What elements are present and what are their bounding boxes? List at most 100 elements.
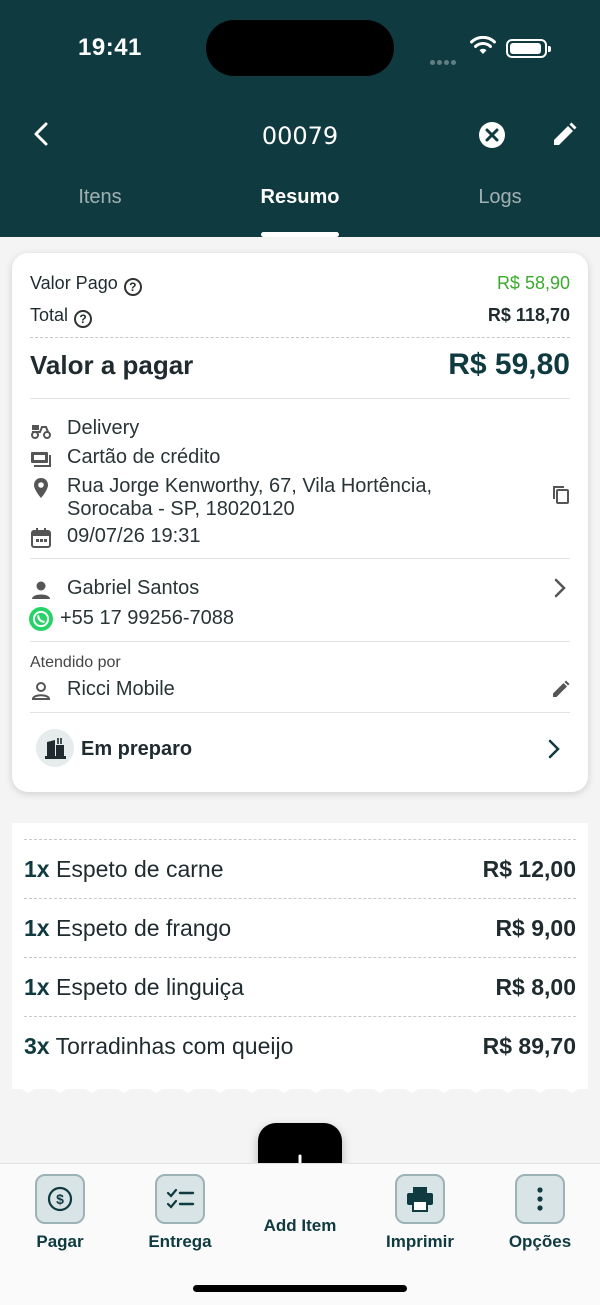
datetime-row: 09/07/26 19:31 (30, 525, 570, 549)
item-price: R$ 8,00 (495, 974, 576, 1000)
paid-label: Valor Pago (30, 273, 118, 293)
item-name: 1x Espeto de carne (24, 856, 224, 883)
tab-resumo[interactable]: Resumo (200, 186, 400, 209)
delivery-icon-box (155, 1174, 205, 1224)
list-item[interactable]: 1x Espeto de carne R$ 12,00 (24, 839, 576, 897)
list-item[interactable]: 1x Espeto de linguiça R$ 8,00 (24, 957, 576, 1015)
item-price: R$ 12,00 (482, 856, 576, 882)
delivery-type-row: Delivery (30, 417, 570, 441)
customer-phone[interactable]: +55 17 99256-7088 (60, 607, 234, 630)
payment-method: Cartão de crédito (67, 446, 221, 468)
item-qty: 1x (24, 856, 50, 882)
due-value: R$ 59,80 (448, 348, 570, 381)
item-title: Espeto de carne (55, 856, 224, 882)
pay-label: Pagar (36, 1232, 84, 1251)
delivery-type: Delivery (67, 417, 140, 439)
scooter-icon (31, 425, 51, 439)
status-time: 19:41 (78, 34, 142, 61)
location-pin-icon (34, 478, 48, 498)
due-row: Valor a pagar R$ 59,80 (30, 348, 570, 381)
item-name: 3x Torradinhas com queijo (24, 1033, 293, 1060)
divider (30, 337, 570, 338)
food-preparing-icon (45, 738, 66, 759)
copy-icon[interactable] (552, 485, 570, 505)
paid-row: Valor Pago? R$ 58,90 (30, 273, 570, 296)
chevron-right-icon[interactable] (552, 577, 568, 599)
more-vertical-icon (537, 1187, 543, 1211)
attendant-name: Ricci Mobile (67, 678, 175, 700)
divider (30, 558, 570, 559)
payment-method-row: Cartão de crédito (30, 446, 570, 470)
list-item[interactable]: 3x Torradinhas com queijo R$ 89,70 (24, 1016, 576, 1074)
tab-itens[interactable]: Itens (0, 186, 200, 209)
dollar-circle-icon: $ (47, 1186, 73, 1212)
home-indicator (193, 1285, 407, 1292)
due-label: Valor a pagar (30, 350, 194, 380)
receipt-torn-edge (12, 1077, 588, 1093)
item-price: R$ 89,70 (482, 1033, 576, 1059)
status-icon-bg (36, 729, 74, 767)
options-button[interactable]: Opções (490, 1174, 590, 1252)
tab-logs[interactable]: Logs (400, 186, 600, 209)
battery-icon (506, 39, 551, 58)
address-row: Rua Jorge Kenworthy, 67, Vila Hortência,… (30, 475, 570, 523)
item-qty: 3x (24, 1033, 50, 1059)
order-number-title: 00079 (261, 122, 339, 150)
pay-icon-box: $ (35, 1174, 85, 1224)
order-summary-card: Valor Pago? R$ 58,90 Total? R$ 118,70 Va… (12, 253, 588, 792)
print-icon-box (395, 1174, 445, 1224)
order-items-list: 1x Espeto de carne R$ 12,00 1x Espeto de… (12, 823, 588, 1089)
delivery-label: Entrega (148, 1232, 212, 1251)
item-title: Espeto de linguiça (55, 974, 244, 1000)
status-bar: 19:41 (0, 0, 600, 100)
total-label: Total (30, 305, 69, 325)
customer-name-row[interactable]: Gabriel Santos (30, 577, 570, 601)
chevron-right-icon (548, 739, 560, 759)
customer-phone-row: +55 17 99256-7088 (29, 607, 570, 631)
attendant-row: Ricci Mobile (30, 678, 570, 702)
calendar-icon (31, 528, 51, 548)
help-icon[interactable]: ? (74, 310, 93, 328)
edit-icon[interactable] (550, 121, 578, 149)
order-status-row[interactable]: Em preparo (12, 713, 588, 783)
divider (30, 641, 570, 642)
print-label: Imprimir (385, 1232, 455, 1251)
attendant-label: Atendido por (30, 654, 121, 671)
tab-bar: Itens Resumo Logs (0, 186, 600, 237)
dynamic-island (206, 20, 394, 76)
print-button[interactable]: Imprimir (370, 1174, 470, 1252)
item-title: Espeto de frango (55, 915, 232, 941)
address-line-2: Sorocaba - SP, 18020120 (67, 498, 295, 520)
wifi-icon (470, 36, 496, 54)
options-label: Opções (508, 1232, 572, 1251)
help-icon[interactable]: ? (123, 278, 142, 296)
list-item[interactable]: 1x Espeto de frango R$ 9,00 (24, 898, 576, 956)
add-item-label: Add Item (263, 1216, 337, 1235)
active-tab-indicator (261, 232, 339, 237)
top-nav: 00079 (0, 108, 600, 164)
whatsapp-icon[interactable] (29, 607, 53, 631)
address-line-1: Rua Jorge Kenworthy, 67, Vila Hortência, (67, 475, 433, 497)
delivery-button[interactable]: Entrega (130, 1174, 230, 1252)
person-icon (32, 581, 50, 599)
payments-icon (31, 452, 51, 467)
total-row: Total? R$ 118,70 (30, 305, 570, 328)
printer-icon (407, 1187, 433, 1212)
app-header: 19:41 00079 Itens Resumo Logs (0, 0, 600, 237)
edit-attendant-icon[interactable] (552, 680, 570, 698)
customer-name: Gabriel Santos (67, 577, 200, 599)
total-value: R$ 118,70 (487, 305, 570, 325)
item-qty: 1x (24, 915, 50, 941)
item-title: Torradinhas com queijo (55, 1033, 294, 1059)
item-name: 1x Espeto de frango (24, 915, 231, 942)
paid-value: R$ 58,90 (496, 273, 570, 293)
order-status-label: Em preparo (81, 738, 193, 760)
item-qty: 1x (24, 974, 50, 1000)
item-price: R$ 9,00 (495, 915, 576, 941)
order-datetime: 09/07/26 19:31 (67, 525, 201, 547)
pay-button[interactable]: $ Pagar (10, 1174, 110, 1252)
checklist-icon (166, 1188, 195, 1209)
signal-icon (430, 52, 458, 70)
cancel-order-icon[interactable] (478, 121, 506, 149)
options-icon-box (515, 1174, 565, 1224)
